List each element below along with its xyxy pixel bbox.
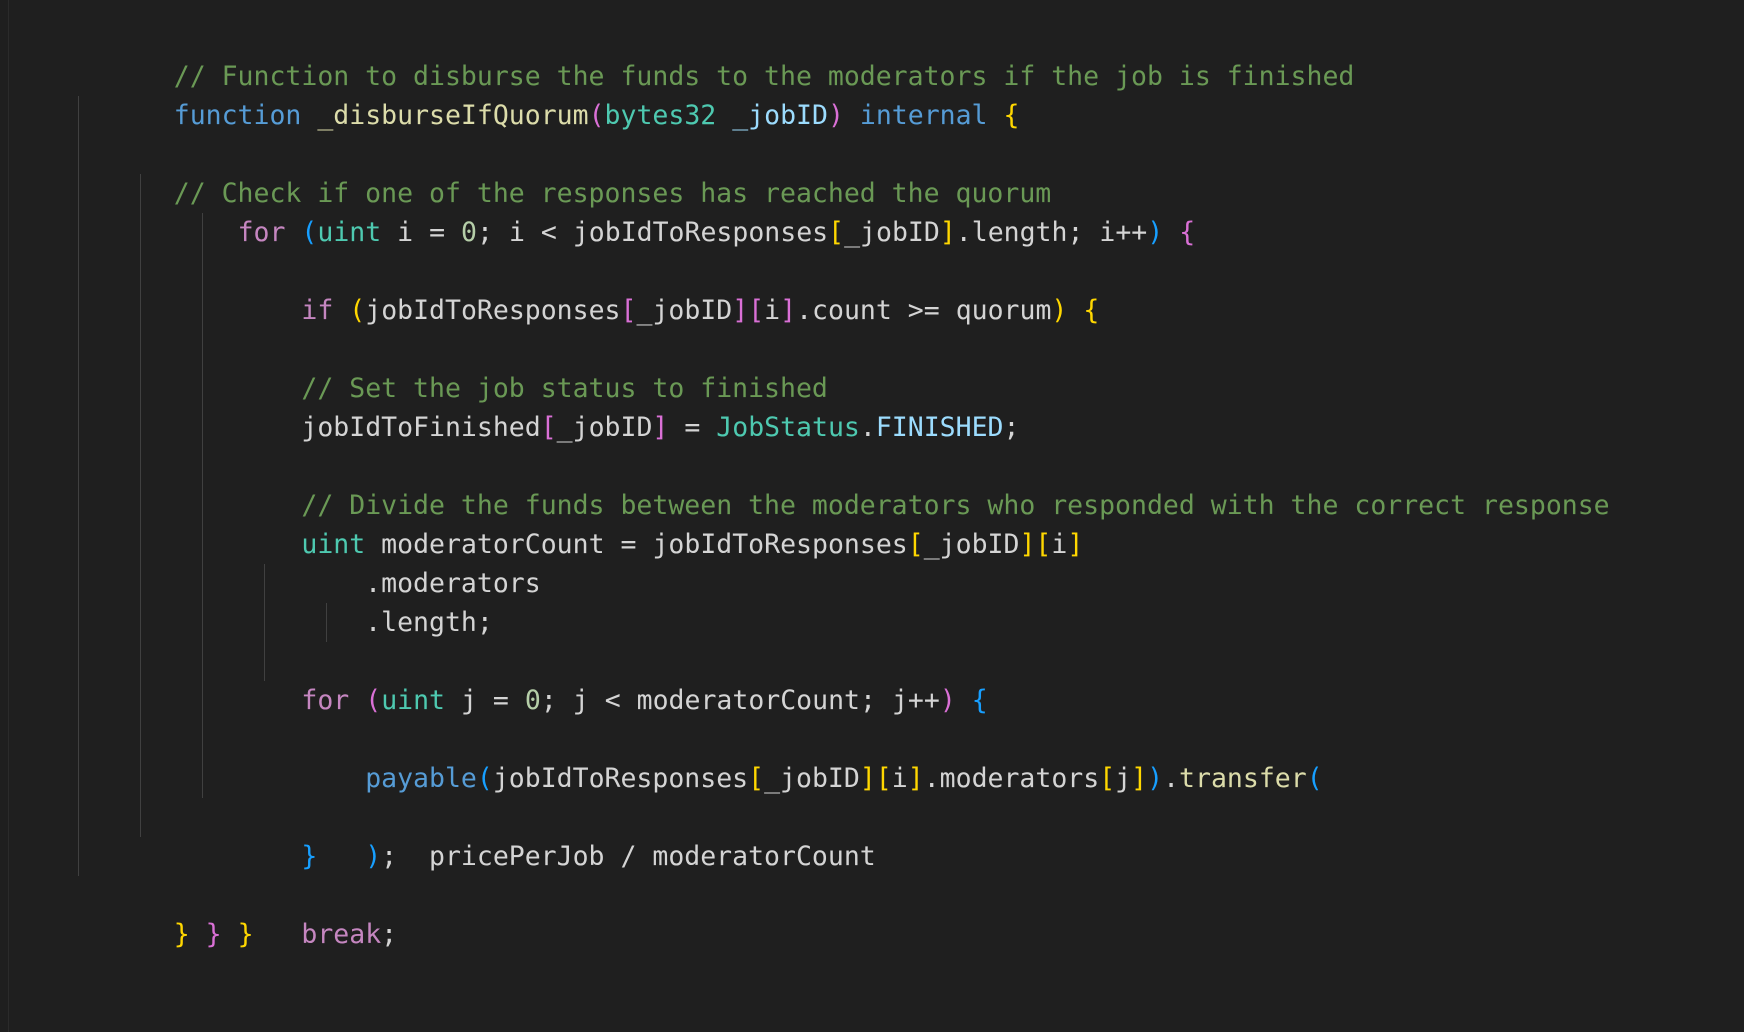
- indent-guide: [140, 642, 141, 681]
- indent-guide: [78, 720, 79, 759]
- if-statement: if (jobIdToResponses[_jobID][i].count >=…: [301, 295, 1100, 326]
- indent-guide: [78, 408, 79, 447]
- member-access-moderators: .moderators: [173, 568, 541, 599]
- comment-token: // Function to disburse the funds to the…: [173, 61, 1355, 92]
- indent-guide: [140, 486, 141, 525]
- indent-guide: [78, 252, 79, 291]
- indent-guide: [78, 330, 79, 369]
- code-content[interactable]: // Function to disburse the funds to the…: [0, 0, 1744, 1032]
- indent-guide: [264, 642, 265, 681]
- code-line-1[interactable]: // Function to disburse the funds to the…: [0, 18, 1744, 92]
- indent-guide: [78, 681, 79, 720]
- code-line-9[interactable]: // Divide the funds between the moderato…: [0, 330, 1744, 521]
- indent-guide: [140, 564, 141, 603]
- indent-guide: [140, 447, 141, 486]
- indent-guide: [78, 174, 79, 213]
- indent-guide: [78, 369, 79, 408]
- indent-guide: [140, 759, 141, 798]
- indent-guide: [140, 291, 141, 330]
- indent-guide: [78, 135, 79, 174]
- indent-guide: [78, 837, 79, 876]
- indent-guide: [202, 330, 203, 369]
- indent-guide: [202, 252, 203, 291]
- declare-moderator-count: uint moderatorCount = jobIdToResponses[_…: [301, 529, 1084, 560]
- member-access-length: .length;: [173, 607, 493, 638]
- indent-guide: [140, 798, 141, 837]
- indent-guide: [78, 759, 79, 798]
- code-editor-viewport: // Function to disburse the funds to the…: [0, 0, 1744, 1032]
- indent-guide: [140, 603, 141, 642]
- indent-guide: [140, 213, 141, 252]
- indent-guide: [140, 252, 141, 291]
- indent-guide: [78, 642, 79, 681]
- indent-guide: [78, 486, 79, 525]
- close-brace-inner-for: }: [301, 841, 318, 872]
- indent-guide: [78, 798, 79, 837]
- indent-guide: [140, 681, 141, 720]
- comment-token: // Divide the funds between the moderato…: [301, 490, 1610, 521]
- indent-guide: [140, 330, 141, 369]
- code-line-7[interactable]: jobIdToFinished[_jobID] = JobStatus.FINI…: [0, 252, 1744, 443]
- indent-guide: [78, 525, 79, 564]
- indent-guide: [78, 213, 79, 252]
- indent-guide: [140, 369, 141, 408]
- comment-token: // Check if one of the responses has rea…: [173, 178, 1052, 209]
- code-line-19-blank[interactable]: [0, 720, 1744, 759]
- code-line-4[interactable]: for (uint i = 0; i < jobIdToResponses[_j…: [0, 135, 1744, 248]
- indent-guide: [78, 96, 79, 135]
- indent-guide: [78, 447, 79, 486]
- indent-guide: [202, 447, 203, 486]
- code-line-12[interactable]: .length;: [0, 447, 1744, 638]
- indent-guide: [140, 408, 141, 447]
- comment-token: // Set the job status to finished: [301, 373, 828, 404]
- indent-guide: [78, 603, 79, 642]
- indent-guide: [140, 525, 141, 564]
- indent-guide: [140, 174, 141, 213]
- for-statement-outer: for (uint i = 0; i < jobIdToResponses[_j…: [237, 217, 1196, 248]
- assignment-job-status: jobIdToFinished[_jobID] = JobStatus.FINI…: [301, 412, 1020, 443]
- indent-guide: [202, 720, 203, 759]
- payable-transfer-call: payable(jobIdToResponses[_jobID][i].mode…: [365, 763, 1323, 794]
- indent-guide: [78, 564, 79, 603]
- code-line-21[interactable]: }: [0, 798, 1744, 950]
- indent-guide: [78, 291, 79, 330]
- indent-guide: [140, 720, 141, 759]
- for-statement-inner: for (uint j = 0; j < moderatorCount; j++…: [301, 685, 988, 716]
- code-line-23[interactable]: }: [0, 876, 1744, 950]
- indent-guide: [202, 642, 203, 681]
- function-signature: function _disburseIfQuorum(bytes32 _jobI…: [173, 100, 1020, 131]
- code-line-17[interactable]: );: [0, 642, 1744, 872]
- close-brace-function: }: [173, 919, 190, 950]
